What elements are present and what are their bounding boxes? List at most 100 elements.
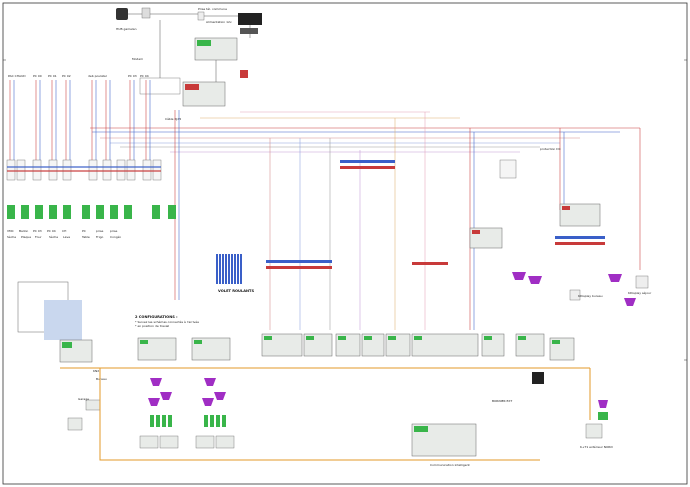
connector [160, 392, 172, 400]
bot-label-5: CH [62, 229, 66, 233]
bot-label-3: PC 03 [33, 229, 42, 233]
bot-label-4: PC 04 [47, 229, 56, 233]
device-green [124, 205, 132, 219]
exterieur-box [585, 423, 603, 439]
sensor-bar-red-4 [555, 242, 605, 245]
router-display [197, 40, 211, 46]
green-relays [150, 412, 608, 427]
volet-cell [216, 254, 218, 284]
left-device-screen [62, 342, 72, 348]
sensor-top [499, 159, 517, 179]
label-boitier-ext: BORNIER EXT [492, 399, 512, 403]
volet-cell [225, 254, 227, 284]
right-top-devices: protection DC [469, 147, 601, 249]
sensor-bar-red [266, 266, 332, 269]
actuator-screen [140, 340, 148, 344]
actuator-screen [388, 336, 396, 340]
rack-switch [238, 13, 262, 25]
actuator-screen [306, 336, 314, 340]
label-protection: protection DC [540, 147, 561, 151]
modem-box [116, 8, 128, 20]
bottom-device [195, 435, 215, 449]
label-prise-tel: Prise tél. commune [198, 7, 227, 11]
bot2-label-4: Sèche [49, 235, 58, 239]
prise-tel-box [141, 7, 151, 19]
col-label-6: dal [102, 74, 107, 78]
device-green [110, 205, 118, 219]
network-area: HUB gamelan Prise tél. commune Alimentat… [116, 7, 262, 121]
relay [204, 415, 208, 427]
device-green [168, 205, 176, 219]
device-right-screen [562, 206, 570, 210]
electrical-schematic: HUB gamelan Prise tél. commune Alimentat… [2, 2, 688, 485]
sensor-bar-red-3 [412, 262, 448, 265]
bot-label-7: prise [96, 229, 104, 233]
actuator-screen [414, 336, 422, 340]
device-green [63, 205, 71, 219]
bot2-label-2: Plaque [21, 235, 31, 239]
volet-grid: VOLET ROULANTS [215, 252, 254, 293]
sensor-bar-blue [266, 260, 332, 263]
device-green [152, 205, 160, 219]
relay [598, 412, 608, 420]
label-exterieur: K+T1 extérieur NORD [580, 445, 613, 449]
device-green [21, 205, 29, 219]
label-hub: HUB gamelan [116, 27, 137, 31]
actuator-screen [264, 336, 272, 340]
volet-cell [237, 254, 239, 284]
relay [150, 415, 154, 427]
label-kdisplay-bureau: KDisplay bureau [578, 294, 603, 298]
device-green [96, 205, 104, 219]
volet-cell [219, 254, 221, 284]
col-label-1: PAC CHAUD [8, 74, 26, 78]
dark-box [532, 372, 544, 384]
connector [150, 378, 162, 386]
connector [512, 272, 526, 280]
col-label-8: PC 04 [140, 74, 149, 78]
vertical-feeders [9, 80, 641, 330]
label-alim: Alimentation 12v [206, 20, 232, 24]
connector [608, 274, 622, 282]
col-label-4: PC 02 [62, 74, 71, 78]
bot2-label-3: Four [35, 235, 42, 239]
bureau-box [67, 417, 83, 431]
col-label-7: PC 03 [128, 74, 137, 78]
connector [204, 378, 216, 386]
connector [598, 400, 608, 408]
bot-label-1: VMC [7, 229, 14, 233]
device-mid-screen [472, 230, 480, 234]
relay [162, 415, 166, 427]
small-box-1 [197, 11, 205, 21]
big-controller-screen [414, 426, 428, 432]
feeder-header: PAC CHAUD PC 00 PC 01 PC 02 deb pouls da… [8, 74, 149, 78]
actuator-screen [338, 336, 346, 340]
bot2-label-6: Table [81, 235, 90, 239]
knx-actuators [137, 333, 575, 361]
kdisplay-sejour-box [635, 275, 649, 289]
breaker-row-bottom: VMC Ballon PC 03 PC 04 CH PC prise prise… [7, 205, 176, 239]
device-green [7, 205, 15, 219]
device-green [82, 205, 90, 219]
config-note-2: * en position de travail [135, 324, 169, 328]
sensor-bar-red-2 [340, 166, 395, 169]
volet-cell [228, 254, 230, 284]
connector [202, 398, 214, 406]
relay [156, 415, 160, 427]
label-bureau: Bureau [96, 377, 107, 381]
bottom-device [159, 435, 179, 449]
col-label-5: deb pouls [88, 74, 103, 78]
volet-cell [240, 254, 242, 284]
bot-label-2: Ballon [19, 229, 28, 233]
actuator-screen [194, 340, 202, 344]
volet-cell [231, 254, 233, 284]
small-red-device [240, 70, 248, 78]
actuator-screen [518, 336, 526, 340]
device-green [35, 205, 43, 219]
sensor-groups [266, 160, 605, 269]
breaker-row-top [6, 159, 162, 181]
bottom-devices [139, 275, 649, 457]
actuator-screen [364, 336, 372, 340]
breaker-strip-color [7, 166, 161, 168]
switch-display [185, 84, 199, 90]
bot2-label-7: Frigo [96, 235, 103, 239]
